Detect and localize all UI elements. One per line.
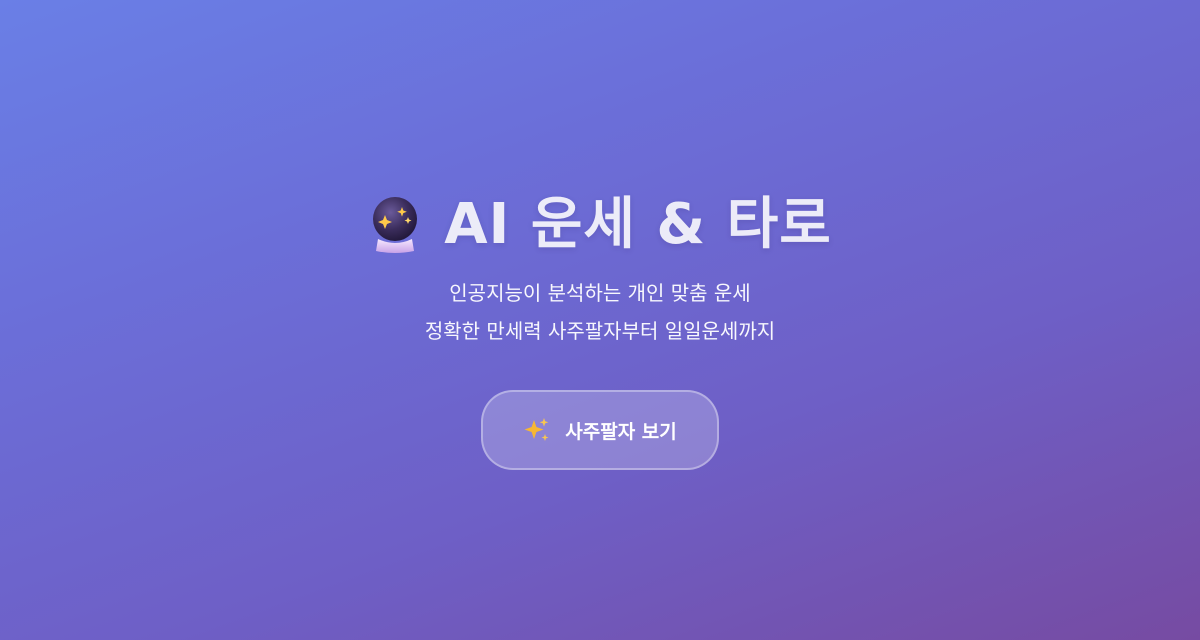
crystal-ball-icon <box>373 197 418 253</box>
hero-section: AI 운세 & 타로 인공지능이 분석하는 개인 맞춤 운세 정확한 만세력 사… <box>0 0 1200 640</box>
view-saju-label: 사주팔자 보기 <box>565 420 677 443</box>
subtitle-line-1: 인공지능이 분석하는 개인 맞춤 운세 <box>449 281 751 305</box>
view-saju-button[interactable]: 사주팔자 보기 <box>481 390 719 470</box>
sparkles-icon <box>524 418 549 441</box>
title-row: AI 운세 & 타로 <box>368 190 832 260</box>
subtitle-line-2: 정확한 만세력 사주팔자부터 일일운세까지 <box>424 319 776 343</box>
subtitle: 인공지능이 분석하는 개인 맞춤 운세 정확한 만세력 사주팔자부터 일일운세까… <box>425 274 775 350</box>
page-title: AI 운세 & 타로 <box>444 192 832 257</box>
